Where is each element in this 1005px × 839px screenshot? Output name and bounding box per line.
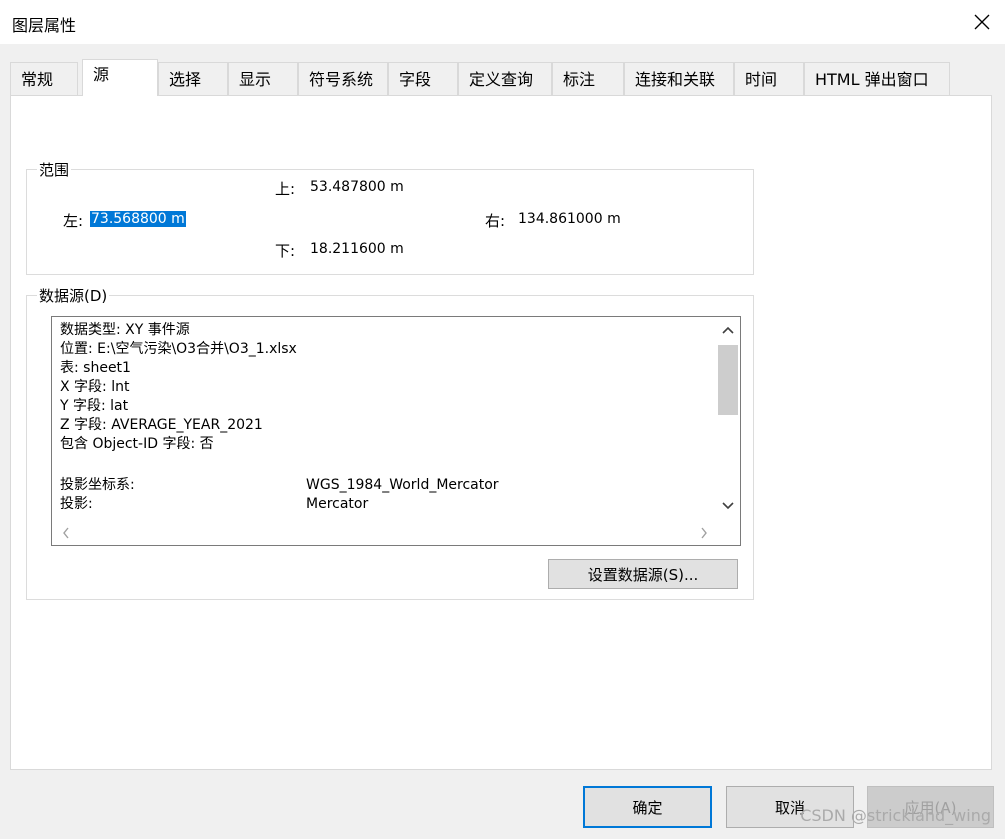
extent-top-label: 上: bbox=[275, 180, 296, 198]
extent-top-value: 53.487800 m bbox=[310, 179, 404, 195]
vertical-scrollbar[interactable] bbox=[716, 317, 740, 523]
extent-right-label: 右: bbox=[485, 212, 506, 230]
info-line: 数据类型: XY 事件源 bbox=[60, 322, 190, 338]
projection-key: 投影坐标系: bbox=[60, 477, 135, 493]
datasource-info-box[interactable]: 数据类型: XY 事件源 位置: E:\空气污染\O3合并\O3_1.xlsx … bbox=[51, 316, 741, 546]
extent-legend: 范围 bbox=[37, 159, 72, 180]
scroll-right-icon[interactable] bbox=[700, 527, 708, 539]
datasource-legend: 数据源(D) bbox=[37, 285, 110, 306]
ok-button[interactable]: 确定 bbox=[583, 786, 712, 828]
watermark: CSDN @strickland_wing bbox=[800, 806, 991, 825]
tab-panel-source: 范围 上: 53.487800 m 左: 73.568800 m 右: 134.… bbox=[10, 95, 992, 770]
tab-strip: 常规 源 选择 显示 符号系统 字段 定义查询 标注 连接和关联 时间 HTML… bbox=[10, 59, 1000, 96]
close-icon bbox=[974, 14, 990, 30]
info-line: Z 字段: AVERAGE_YEAR_2021 bbox=[60, 417, 263, 433]
extent-group: 范围 上: 53.487800 m 左: 73.568800 m 右: 134.… bbox=[26, 159, 754, 275]
tab-definition-query[interactable]: 定义查询 bbox=[458, 62, 552, 95]
extent-left-value[interactable]: 73.568800 m bbox=[90, 211, 186, 227]
projection-value: Mercator bbox=[306, 496, 369, 512]
info-line: X 字段: lnt bbox=[60, 379, 130, 395]
tab-fields[interactable]: 字段 bbox=[388, 62, 458, 95]
info-line: Y 字段: lat bbox=[60, 398, 129, 414]
tab-joins-relates[interactable]: 连接和关联 bbox=[624, 62, 734, 95]
extent-right-value: 134.861000 m bbox=[518, 211, 621, 227]
set-datasource-button[interactable]: 设置数据源(S)... bbox=[548, 559, 738, 589]
tab-labels[interactable]: 标注 bbox=[552, 62, 624, 95]
info-line: 表: sheet1 bbox=[60, 360, 131, 376]
tab-time[interactable]: 时间 bbox=[734, 62, 804, 95]
datasource-group: 数据源(D) 数据类型: XY 事件源 位置: E:\空气污染\O3合并\O3_… bbox=[26, 285, 754, 600]
horizontal-scrollbar[interactable] bbox=[52, 521, 740, 545]
tab-general[interactable]: 常规 bbox=[10, 62, 78, 95]
projection-key: 投影: bbox=[60, 496, 93, 512]
tab-selection[interactable]: 选择 bbox=[158, 62, 228, 95]
extent-bottom-value: 18.211600 m bbox=[310, 241, 404, 257]
scroll-left-icon[interactable] bbox=[62, 527, 70, 539]
tab-source[interactable]: 源 bbox=[82, 59, 158, 96]
tab-html-popup[interactable]: HTML 弹出窗口 bbox=[804, 62, 950, 95]
scroll-thumb[interactable] bbox=[718, 345, 738, 415]
tab-symbology[interactable]: 符号系统 bbox=[298, 62, 388, 95]
window-title: 图层属性 bbox=[12, 16, 77, 35]
tab-display[interactable]: 显示 bbox=[228, 62, 298, 95]
scroll-up-icon[interactable] bbox=[722, 325, 734, 335]
info-line: 位置: E:\空气污染\O3合并\O3_1.xlsx bbox=[60, 341, 297, 357]
projection-value: WGS_1984_World_Mercator bbox=[306, 477, 499, 493]
extent-left-label: 左: bbox=[63, 212, 84, 230]
scroll-down-icon[interactable] bbox=[722, 501, 734, 511]
info-line: 包含 Object-ID 字段: 否 bbox=[60, 436, 214, 452]
title-bar: 图层属性 bbox=[0, 0, 1005, 44]
close-button[interactable] bbox=[959, 0, 1005, 44]
extent-bottom-label: 下: bbox=[275, 242, 296, 260]
